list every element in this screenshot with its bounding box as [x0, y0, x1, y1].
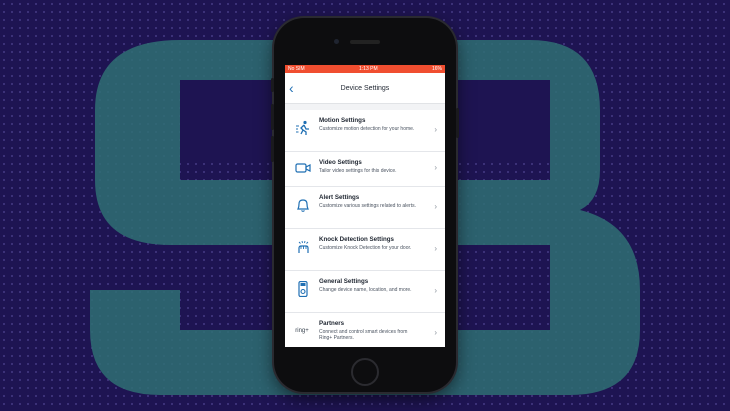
chevron-right-icon: ›	[434, 163, 437, 172]
settings-list: Motion Settings Customize motion detecti…	[285, 110, 445, 347]
phone-screen: No SIM 1:13 PM 16% ‹ Device Settings Mot…	[285, 65, 445, 347]
settings-item-video[interactable]: Video Settings Tailor video settings for…	[285, 152, 445, 187]
carrier-label: No SIM	[288, 66, 305, 72]
back-chevron-icon[interactable]: ‹	[289, 81, 294, 95]
settings-item-alert[interactable]: Alert Settings Customize various setting…	[285, 187, 445, 229]
settings-item-description: Customize motion detection for your home…	[319, 126, 415, 132]
home-button[interactable]	[351, 358, 379, 386]
settings-item-description: Customize Knock Detection for your door.	[319, 245, 412, 251]
page-title: Device Settings	[340, 84, 390, 92]
settings-item-motion[interactable]: Motion Settings Customize motion detecti…	[285, 110, 445, 152]
ring-plus-logo: ring+	[295, 328, 309, 334]
settings-item-title: Alert Settings	[319, 194, 360, 201]
doorbell-device-icon	[294, 280, 312, 298]
bell-icon	[294, 196, 312, 214]
settings-item-description: Change device name, location, and more.	[319, 287, 412, 293]
battery-level: 16%	[431, 66, 442, 72]
motion-icon	[294, 119, 312, 137]
navigation-bar: ‹ Device Settings	[285, 73, 445, 104]
video-camera-icon	[294, 159, 312, 177]
settings-item-title: General Settings	[319, 278, 369, 285]
settings-item-knock-detection[interactable]: Knock Detection Settings Customize Knock…	[285, 229, 445, 271]
settings-item-title: Motion Settings	[319, 117, 366, 124]
knock-icon	[294, 238, 312, 256]
chevron-right-icon: ›	[434, 244, 437, 253]
chevron-right-icon: ›	[434, 202, 437, 211]
chevron-right-icon: ›	[434, 125, 437, 134]
earpiece-speaker	[350, 40, 380, 44]
chevron-right-icon: ›	[434, 286, 437, 295]
settings-item-partners[interactable]: ring+ Partners Connect and control smart…	[285, 313, 445, 347]
settings-item-title: Partners	[319, 320, 345, 327]
settings-item-description: Connect and control smart devices from R…	[319, 329, 408, 341]
status-time: 1:13 PM	[359, 66, 378, 72]
power-button	[456, 108, 459, 138]
mute-switch	[271, 78, 274, 92]
settings-item-title: Video Settings	[319, 159, 362, 166]
status-bar: No SIM 1:13 PM 16%	[285, 65, 445, 73]
volume-down-button	[271, 136, 274, 162]
volume-up-button	[271, 104, 274, 130]
settings-item-description: Customize various settings related to al…	[319, 203, 416, 209]
chevron-right-icon: ›	[434, 328, 437, 337]
settings-item-title: Knock Detection Settings	[319, 236, 394, 243]
front-camera	[334, 39, 339, 44]
settings-item-general[interactable]: General Settings Change device name, loc…	[285, 271, 445, 313]
settings-item-description: Tailor video settings for this device.	[319, 168, 397, 174]
